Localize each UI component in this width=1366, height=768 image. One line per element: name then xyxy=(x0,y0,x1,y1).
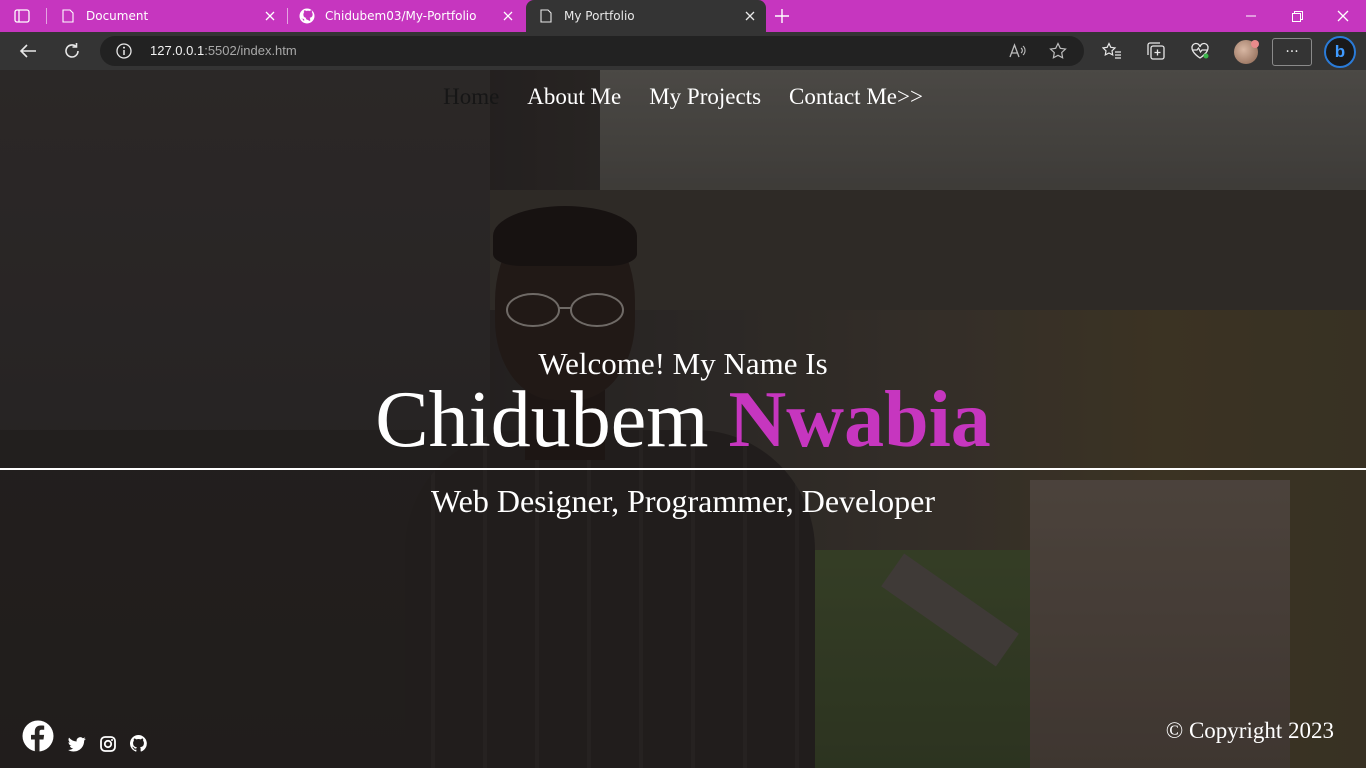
main-nav: Home About Me My Projects Contact Me>> xyxy=(0,84,1366,110)
tab-separator xyxy=(46,8,47,24)
url-path: :5502/index.htm xyxy=(204,43,297,58)
browser-toolbar: 127.0.0.1:5502/index.htm xyxy=(0,32,1366,70)
close-icon[interactable] xyxy=(498,6,518,26)
github-icon[interactable] xyxy=(130,735,147,752)
close-window-button[interactable] xyxy=(1320,0,1366,32)
tab-actions-icon xyxy=(14,9,30,23)
tab-title: Document xyxy=(86,9,149,23)
github-icon xyxy=(299,8,315,24)
favorite-button[interactable] xyxy=(1048,41,1068,61)
new-tab-button[interactable] xyxy=(772,6,792,26)
collections-icon xyxy=(1147,42,1165,60)
address-bar[interactable]: 127.0.0.1:5502/index.htm xyxy=(100,36,1084,66)
bing-copilot-button[interactable]: b xyxy=(1324,36,1356,68)
refresh-button[interactable] xyxy=(58,37,86,65)
refresh-icon xyxy=(65,43,79,58)
tab-actions-button[interactable] xyxy=(12,7,32,25)
close-icon xyxy=(1337,10,1349,22)
collections-button[interactable] xyxy=(1142,37,1170,65)
star-icon xyxy=(1049,42,1067,59)
close-icon[interactable] xyxy=(740,6,760,26)
favorites-icon xyxy=(1102,42,1121,59)
twitter-icon[interactable] xyxy=(68,737,86,752)
plus-icon xyxy=(775,9,789,23)
minimize-button[interactable] xyxy=(1228,0,1274,32)
tab-document[interactable]: Document xyxy=(48,0,286,32)
bing-icon: b xyxy=(1334,42,1346,61)
instagram-icon[interactable] xyxy=(100,736,116,752)
hero-name: Chidubem Nwabia xyxy=(0,370,1366,470)
read-aloud-button[interactable] xyxy=(1008,41,1028,61)
tab-title: Chidubem03/My-Portfolio xyxy=(325,9,477,23)
copyright-text: © Copyright 2023 xyxy=(1165,718,1334,743)
profile-status-dot xyxy=(1251,40,1259,48)
settings-more-button[interactable]: ··· xyxy=(1272,38,1312,66)
favorites-button[interactable] xyxy=(1098,37,1126,65)
browser-essentials-button[interactable] xyxy=(1186,37,1214,65)
hero-divider xyxy=(0,468,1366,470)
tab-strip: Document Chidubem03/My-Portfolio My Port… xyxy=(0,0,1366,32)
restore-button[interactable] xyxy=(1274,0,1320,32)
read-aloud-icon xyxy=(1009,43,1026,58)
url-text[interactable]: 127.0.0.1:5502/index.htm xyxy=(150,36,297,66)
portfolio-page: Home About Me My Projects Contact Me>> W… xyxy=(0,70,1366,768)
tab-title: My Portfolio xyxy=(564,9,635,23)
document-icon xyxy=(538,8,554,24)
back-button[interactable] xyxy=(14,37,42,65)
heart-pulse-icon xyxy=(1191,42,1209,59)
last-name: Nwabia xyxy=(728,376,991,464)
document-icon xyxy=(60,8,76,24)
info-icon[interactable] xyxy=(116,43,132,59)
social-links xyxy=(22,718,161,752)
back-arrow-icon xyxy=(19,44,36,58)
nav-projects[interactable]: My Projects xyxy=(649,84,761,110)
tab-my-portfolio[interactable]: My Portfolio xyxy=(526,0,766,32)
minimize-icon xyxy=(1246,15,1256,17)
first-name: Chidubem xyxy=(375,376,709,464)
url-host: 127.0.0.1 xyxy=(150,43,205,58)
nav-home[interactable]: Home xyxy=(443,84,499,110)
close-icon[interactable] xyxy=(260,6,280,26)
browser-window: Document Chidubem03/My-Portfolio My Port… xyxy=(0,0,1366,768)
more-icon: ··· xyxy=(1285,44,1299,60)
tab-github-repo[interactable]: Chidubem03/My-Portfolio xyxy=(287,0,524,32)
facebook-icon[interactable] xyxy=(22,720,54,752)
nav-about[interactable]: About Me xyxy=(527,84,621,110)
roles-text: Web Designer, Programmer, Developer xyxy=(430,483,935,519)
nav-contact[interactable]: Contact Me>> xyxy=(789,84,923,110)
restore-icon xyxy=(1291,10,1303,22)
